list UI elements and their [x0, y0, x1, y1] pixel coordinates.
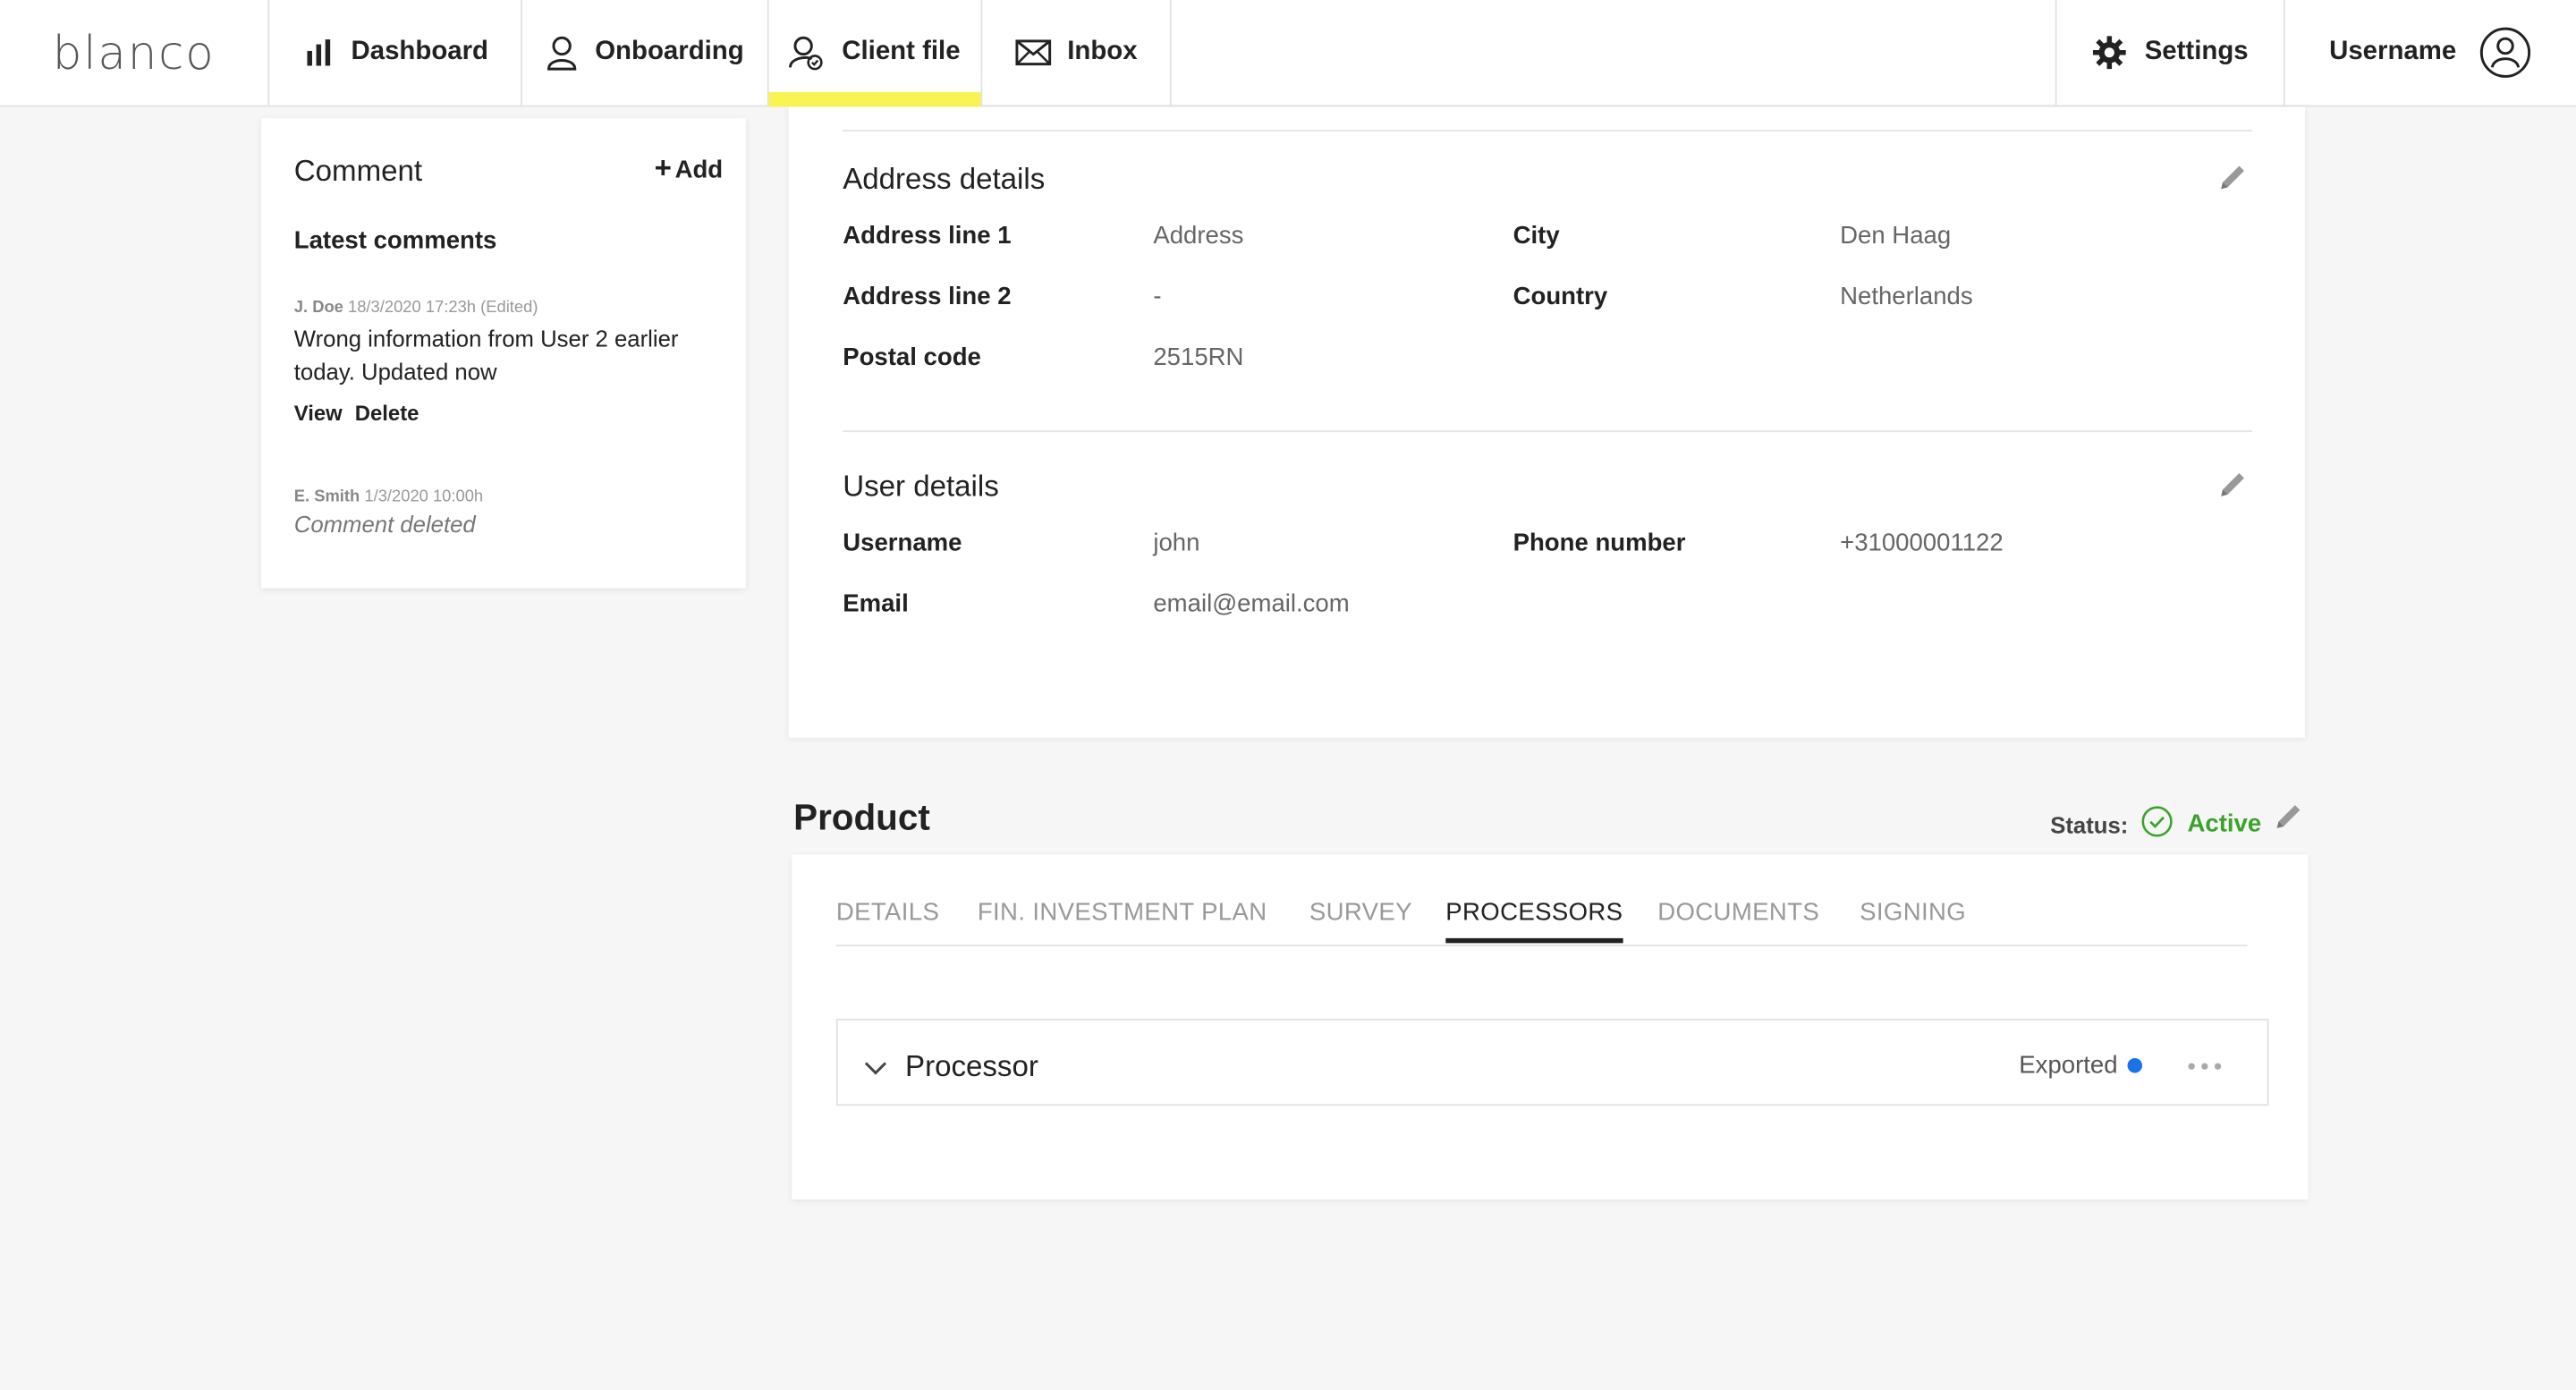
view-comment-button[interactable]: View [294, 401, 343, 426]
processor-row[interactable]: Processor Exported [835, 1018, 2269, 1106]
nav-item-inbox[interactable]: Inbox [982, 0, 1172, 106]
address-line2-value: - [1153, 282, 1162, 311]
product-card: DETAILS FIN. INVESTMENT PLAN SURVEY PROC… [792, 854, 2309, 1199]
status-label: Status: [2050, 810, 2129, 837]
postal-code-value: 2515RN [1153, 343, 1244, 372]
postal-code-label: Postal code [843, 343, 981, 372]
product-status: Status: Active [2050, 805, 2261, 843]
email-label: Email [843, 589, 909, 618]
comment-title: Comment [293, 154, 423, 188]
avatar-icon [2479, 26, 2532, 79]
user-details-title: User details [843, 470, 999, 504]
phone-label: Phone number [1513, 529, 1686, 557]
phone-value: +31000001122 [1840, 529, 2004, 557]
address-line1-label: Address line 1 [843, 221, 1012, 250]
city-label: City [1513, 221, 1560, 250]
status-dot [2127, 1057, 2143, 1073]
tab-survey[interactable]: SURVEY [1309, 899, 1412, 938]
address-line1-value: Address [1153, 221, 1244, 250]
top-nav: blanco Dashboard Onboarding Client file … [0, 0, 2576, 107]
logo: blanco [0, 0, 270, 106]
comment-meta: E. Smith 1/3/2020 10:00h [294, 488, 722, 506]
nav-item-label: Client file [842, 38, 961, 66]
processor-status: Exported [2019, 1051, 2143, 1080]
settings-label: Settings [2144, 38, 2249, 66]
nav-item-label: Dashboard [351, 38, 489, 66]
more-options-icon[interactable] [2188, 1063, 2222, 1070]
gear-icon [2092, 35, 2128, 71]
comment-edited: (Edited) [480, 299, 538, 318]
user-icon [546, 35, 579, 71]
nav-item-label: Onboarding [595, 38, 744, 66]
edit-address-button[interactable] [2216, 161, 2250, 202]
add-comment-button[interactable]: + Add [655, 151, 724, 186]
divider [843, 130, 2253, 131]
username-label: Username [2329, 38, 2457, 66]
tab-signing[interactable]: SIGNING [1860, 899, 1966, 938]
comment-text: Wrong information from User 2 earlier to… [293, 325, 679, 385]
delete-comment-button[interactable]: Delete [355, 401, 419, 426]
comment-author: J. Doe [293, 299, 343, 318]
user-check-icon [789, 35, 826, 71]
email-value: email@email.com [1153, 589, 1350, 618]
username-value: john [1153, 529, 1200, 557]
nav-item-dashboard[interactable]: Dashboard [269, 0, 523, 106]
nav-item-label: Inbox [1067, 38, 1138, 66]
pencil-icon [2272, 805, 2305, 839]
address-line2-label: Address line 2 [843, 282, 1012, 311]
check-circle-icon [2141, 805, 2174, 843]
nav-item-client-file[interactable]: Client file [768, 0, 983, 107]
processor-status-label: Exported [2019, 1051, 2118, 1080]
active-tab-indicator [768, 91, 981, 107]
chevron-down-icon[interactable] [864, 1055, 887, 1084]
comment-item: E. Smith 1/3/2020 10:00h Comment deleted [294, 488, 722, 538]
latest-comments-title: Latest comments [293, 226, 497, 255]
comment-panel: Comment + Add Latest comments J. Doe 18/3… [261, 118, 746, 589]
edit-user-button[interactable] [2216, 469, 2250, 510]
mail-icon [1014, 38, 1051, 67]
comment-text: Comment deleted [293, 511, 476, 538]
client-details-card: Address details Address line 1 Address A… [788, 106, 2305, 738]
settings-button[interactable]: Settings [2055, 0, 2285, 106]
tab-details[interactable]: DETAILS [836, 899, 939, 938]
tab-processors[interactable]: PROCESSORS [1445, 899, 1623, 944]
edit-product-status-button[interactable] [2272, 801, 2305, 842]
divider [843, 430, 2253, 433]
pencil-icon [2216, 165, 2250, 200]
bar-chart-icon [301, 36, 335, 69]
comment-timestamp: 18/3/2020 17:23h [348, 299, 477, 318]
comment-author: E. Smith [293, 487, 360, 506]
comment-meta: J. Doe 18/3/2020 17:23h (Edited) [294, 299, 722, 317]
product-tabs: DETAILS FIN. INVESTMENT PLAN SURVEY PROC… [835, 899, 2248, 947]
comment-timestamp: 1/3/2020 10:00h [364, 487, 484, 506]
address-details-title: Address details [843, 162, 1046, 196]
product-title: Product [793, 796, 930, 838]
tab-fin-investment-plan[interactable]: FIN. INVESTMENT PLAN [978, 899, 1267, 938]
status-value: Active [2187, 809, 2262, 838]
username-label: Username [843, 529, 962, 557]
nav-item-onboarding[interactable]: Onboarding [522, 0, 769, 106]
tab-documents[interactable]: DOCUMENTS [1657, 899, 1819, 938]
pencil-icon [2216, 473, 2250, 507]
processor-name: Processor [905, 1049, 1038, 1083]
comment-item: J. Doe 18/3/2020 17:23h (Edited) Wrong i… [294, 299, 722, 425]
plus-icon: + [654, 150, 672, 184]
city-value: Den Haag [1840, 221, 1952, 250]
country-value: Netherlands [1840, 282, 1973, 311]
country-label: Country [1513, 282, 1608, 311]
add-label: Add [674, 156, 724, 184]
user-menu[interactable]: Username [2285, 0, 2576, 106]
